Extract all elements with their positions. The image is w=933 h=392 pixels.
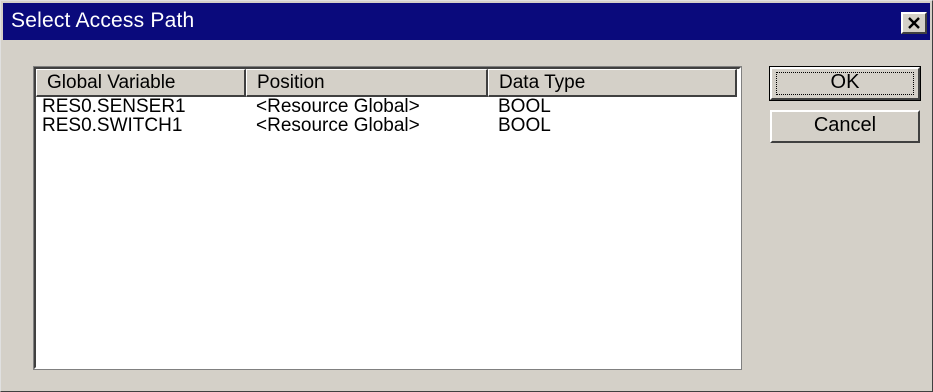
select-access-path-dialog: Select Access Path Global Variable Posit… [0, 0, 933, 392]
ok-button[interactable]: OK [769, 66, 921, 101]
cell-global-variable: RES0.SWITCH1 [42, 115, 183, 136]
cell-position: <Resource Global> [256, 115, 420, 136]
cancel-button[interactable]: Cancel [770, 110, 920, 143]
cell-data-type: BOOL [498, 115, 551, 136]
column-header-data-type[interactable]: Data Type [488, 69, 737, 97]
cancel-button-label: Cancel [813, 114, 877, 136]
list-item[interactable]: RES0.SENSER1 <Resource Global> BOOL [36, 96, 737, 117]
cell-global-variable: RES0.SENSER1 [42, 96, 186, 117]
cell-position: <Resource Global> [256, 96, 420, 117]
column-header-global-variable[interactable]: Global Variable [36, 69, 246, 97]
focus-rect [776, 72, 914, 95]
close-icon [903, 14, 925, 32]
list-header: Global Variable Position Data Type [36, 69, 737, 97]
close-button[interactable] [901, 12, 927, 34]
column-header-position[interactable]: Position [246, 69, 488, 97]
access-path-list[interactable]: Global Variable Position Data Type RES0.… [33, 66, 742, 370]
title-bar: Select Access Path [3, 3, 930, 40]
dialog-title: Select Access Path [11, 9, 195, 32]
list-item[interactable]: RES0.SWITCH1 <Resource Global> BOOL [36, 115, 737, 136]
cell-data-type: BOOL [498, 96, 551, 117]
